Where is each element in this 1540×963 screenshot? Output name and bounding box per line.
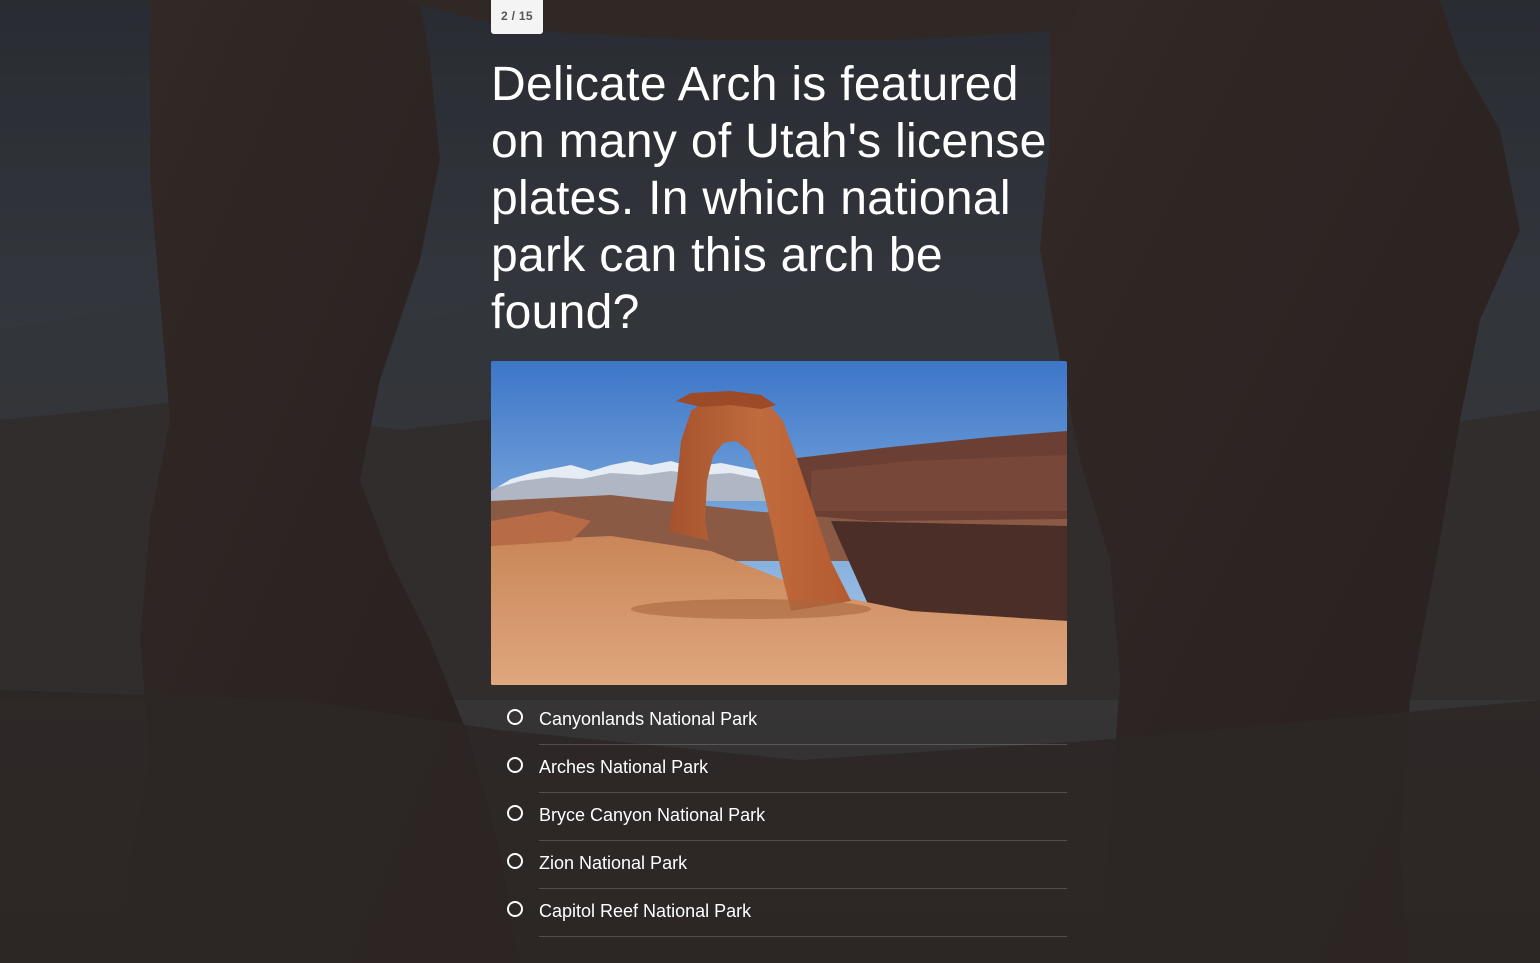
- radio-unchecked-icon[interactable]: [507, 853, 523, 869]
- answer-label: Zion National Park: [539, 853, 688, 873]
- delicate-arch-photo: [491, 361, 1067, 685]
- radio-unchecked-icon[interactable]: [507, 805, 523, 821]
- radio-unchecked-icon[interactable]: [507, 709, 523, 725]
- answer-list: Canyonlands National Park Arches Nationa…: [491, 697, 1067, 937]
- answer-option[interactable]: Canyonlands National Park: [491, 697, 1067, 745]
- answer-option[interactable]: Bryce Canyon National Park: [491, 793, 1067, 841]
- radio-unchecked-icon[interactable]: [507, 901, 523, 917]
- answer-label: Capitol Reef National Park: [539, 901, 752, 921]
- quiz-card: 2 / 15 Delicate Arch is featured on many…: [491, 0, 1067, 953]
- question-image: [491, 361, 1067, 685]
- answer-option[interactable]: Capitol Reef National Park: [491, 889, 1067, 937]
- answer-option[interactable]: Arches National Park: [491, 745, 1067, 793]
- answer-label: Bryce Canyon National Park: [539, 805, 766, 825]
- question-text: Delicate Arch is featured on many of Uta…: [491, 58, 1047, 339]
- radio-unchecked-icon[interactable]: [507, 757, 523, 773]
- divider: [539, 936, 1067, 937]
- answer-label: Canyonlands National Park: [539, 709, 758, 729]
- answer-label: Arches National Park: [539, 757, 709, 777]
- answer-option[interactable]: Zion National Park: [491, 841, 1067, 889]
- question-counter: 2 / 15: [491, 0, 543, 34]
